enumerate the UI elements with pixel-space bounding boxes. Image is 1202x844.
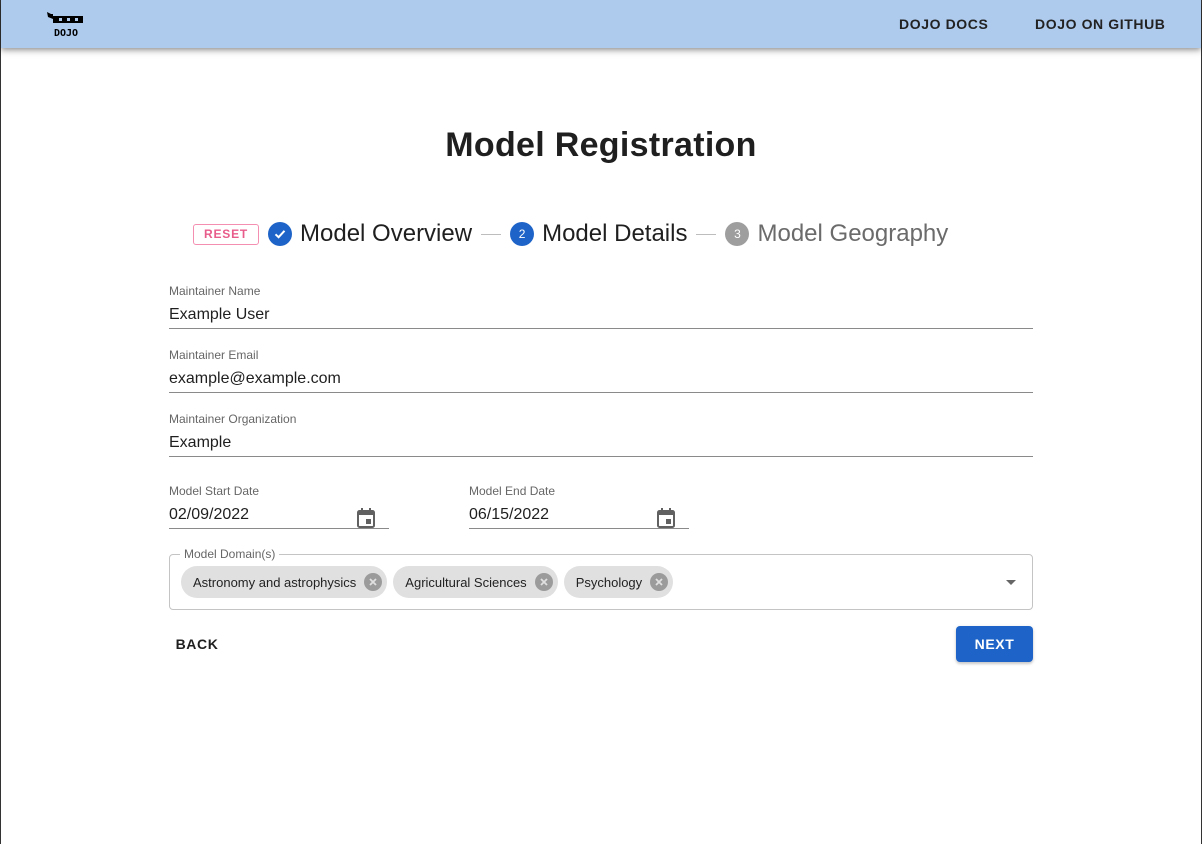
maintainer-email-input[interactable]: example@example.com <box>169 370 1033 390</box>
field-underline <box>169 528 389 529</box>
field-underline <box>169 456 1033 457</box>
field-label: Maintainer Name <box>169 284 261 298</box>
field-label: Model End Date <box>469 484 556 498</box>
check-icon <box>268 222 293 246</box>
domain-chip[interactable]: Agricultural Sciences <box>393 566 558 598</box>
field-underline <box>169 328 1033 329</box>
app-bar: DOJO DOJO DOCS DOJO ON GITHUB <box>1 0 1201 48</box>
chip-label: Psychology <box>575 574 643 590</box>
nav-link-dojo-docs[interactable]: DOJO DOCS <box>899 16 988 32</box>
field-label: Model Start Date <box>169 484 260 498</box>
end-date-input[interactable]: 06/15/2022 <box>469 506 689 526</box>
step-connector <box>481 233 502 235</box>
step-connector <box>696 233 717 235</box>
back-button[interactable]: BACK <box>169 628 225 660</box>
chip-delete-icon[interactable] <box>364 573 383 591</box>
step-label: Model Overview <box>300 220 473 247</box>
model-start-date-field[interactable]: Model Start Date 02/09/2022 <box>169 484 389 529</box>
step-model-details[interactable]: 2 Model Details <box>510 220 687 248</box>
field-label: Model Domain(s) <box>180 547 280 561</box>
maintainer-name-field[interactable]: Maintainer Name Example User <box>169 284 1033 329</box>
domain-chip[interactable]: Astronomy and astrophysics <box>181 566 388 598</box>
stepper: RESET Model Overview 2 Model Details 3 M… <box>193 220 948 248</box>
page-title: Model Registration <box>445 126 757 164</box>
next-button[interactable]: NEXT <box>956 626 1033 662</box>
maintainer-organization-field[interactable]: Maintainer Organization Example <box>169 412 1033 457</box>
maintainer-name-input[interactable]: Example User <box>169 306 1033 326</box>
field-underline <box>169 392 1033 393</box>
step-model-overview[interactable]: Model Overview <box>268 220 472 248</box>
chip-delete-icon[interactable] <box>650 573 669 591</box>
dojo-logo-icon[interactable]: DOJO <box>45 10 85 38</box>
calendar-icon[interactable] <box>357 508 375 528</box>
model-end-date-field[interactable]: Model End Date 06/15/2022 <box>469 484 689 529</box>
step-label: Model Geography <box>757 220 949 247</box>
field-underline <box>469 528 689 529</box>
chip-label: Astronomy and astrophysics <box>193 574 357 590</box>
chip-delete-icon[interactable] <box>534 573 553 591</box>
calendar-icon[interactable] <box>657 508 675 528</box>
reset-button[interactable]: RESET <box>193 223 260 245</box>
domain-chip[interactable]: Psychology <box>563 566 674 598</box>
maintainer-organization-input[interactable]: Example <box>169 434 1033 454</box>
step-model-geography[interactable]: 3 Model Geography <box>725 220 948 248</box>
chip-label: Agricultural Sciences <box>405 574 527 590</box>
model-domains-select[interactable]: Model Domain(s) Astronomy and astrophysi… <box>169 547 1033 610</box>
logo-text: DOJO <box>54 28 78 38</box>
dropdown-arrow-icon[interactable] <box>1006 580 1016 585</box>
nav-link-dojo-github[interactable]: DOJO ON GITHUB <box>1035 16 1166 32</box>
step-number-icon: 3 <box>725 222 750 246</box>
maintainer-email-field[interactable]: Maintainer Email example@example.com <box>169 348 1033 393</box>
step-label: Model Details <box>542 220 688 247</box>
start-date-input[interactable]: 02/09/2022 <box>169 506 389 526</box>
domain-chips: Astronomy and astrophysics Agricultural … <box>181 566 674 598</box>
step-number-icon: 2 <box>510 222 535 246</box>
field-label: Maintainer Email <box>169 348 259 362</box>
field-label: Maintainer Organization <box>169 412 297 426</box>
